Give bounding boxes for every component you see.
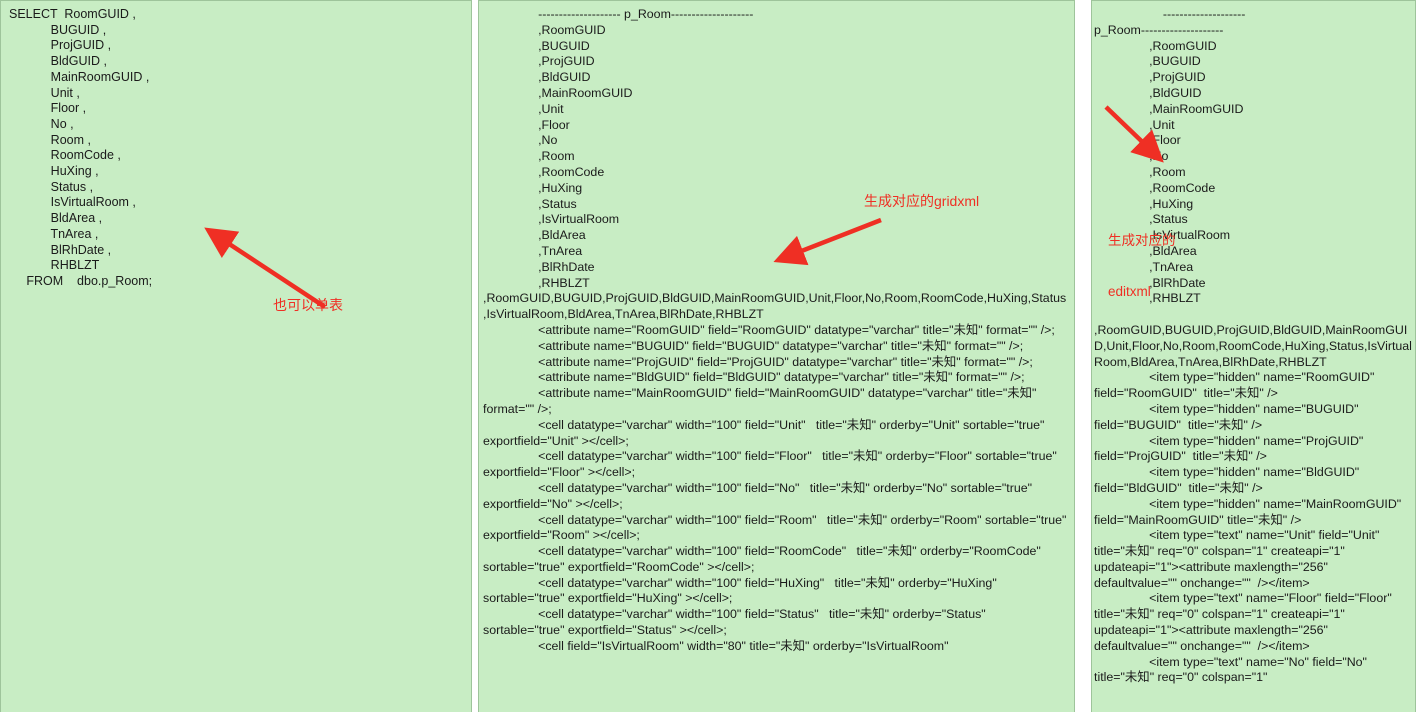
gridxml-output-code[interactable]: -------------------- p_Room-------------… <box>479 1 1074 655</box>
annotation-middle: 生成对应的gridxml <box>864 193 980 209</box>
editxml-output-code[interactable]: -------------------- p_Room-------------… <box>1092 1 1415 686</box>
annotation-right-line2: editxml <box>1108 284 1151 299</box>
screenshot-root: SELECT RoomGUID , BUGUID , ProjGUID , Bl… <box>0 0 1417 712</box>
annotation-right-line1: 生成对应的 <box>1108 233 1176 248</box>
panel-gap-right <box>1075 0 1091 712</box>
annotation-left: 也可以单表 <box>273 297 343 313</box>
annotation-right: 生成对应的 editxml <box>1108 198 1176 334</box>
sql-select-panel[interactable]: SELECT RoomGUID , BUGUID , ProjGUID , Bl… <box>0 0 472 712</box>
gridxml-output-panel[interactable]: -------------------- p_Room-------------… <box>478 0 1075 712</box>
editxml-output-panel[interactable]: -------------------- p_Room-------------… <box>1091 0 1416 712</box>
sql-select-code[interactable]: SELECT RoomGUID , BUGUID , ProjGUID , Bl… <box>1 1 471 290</box>
